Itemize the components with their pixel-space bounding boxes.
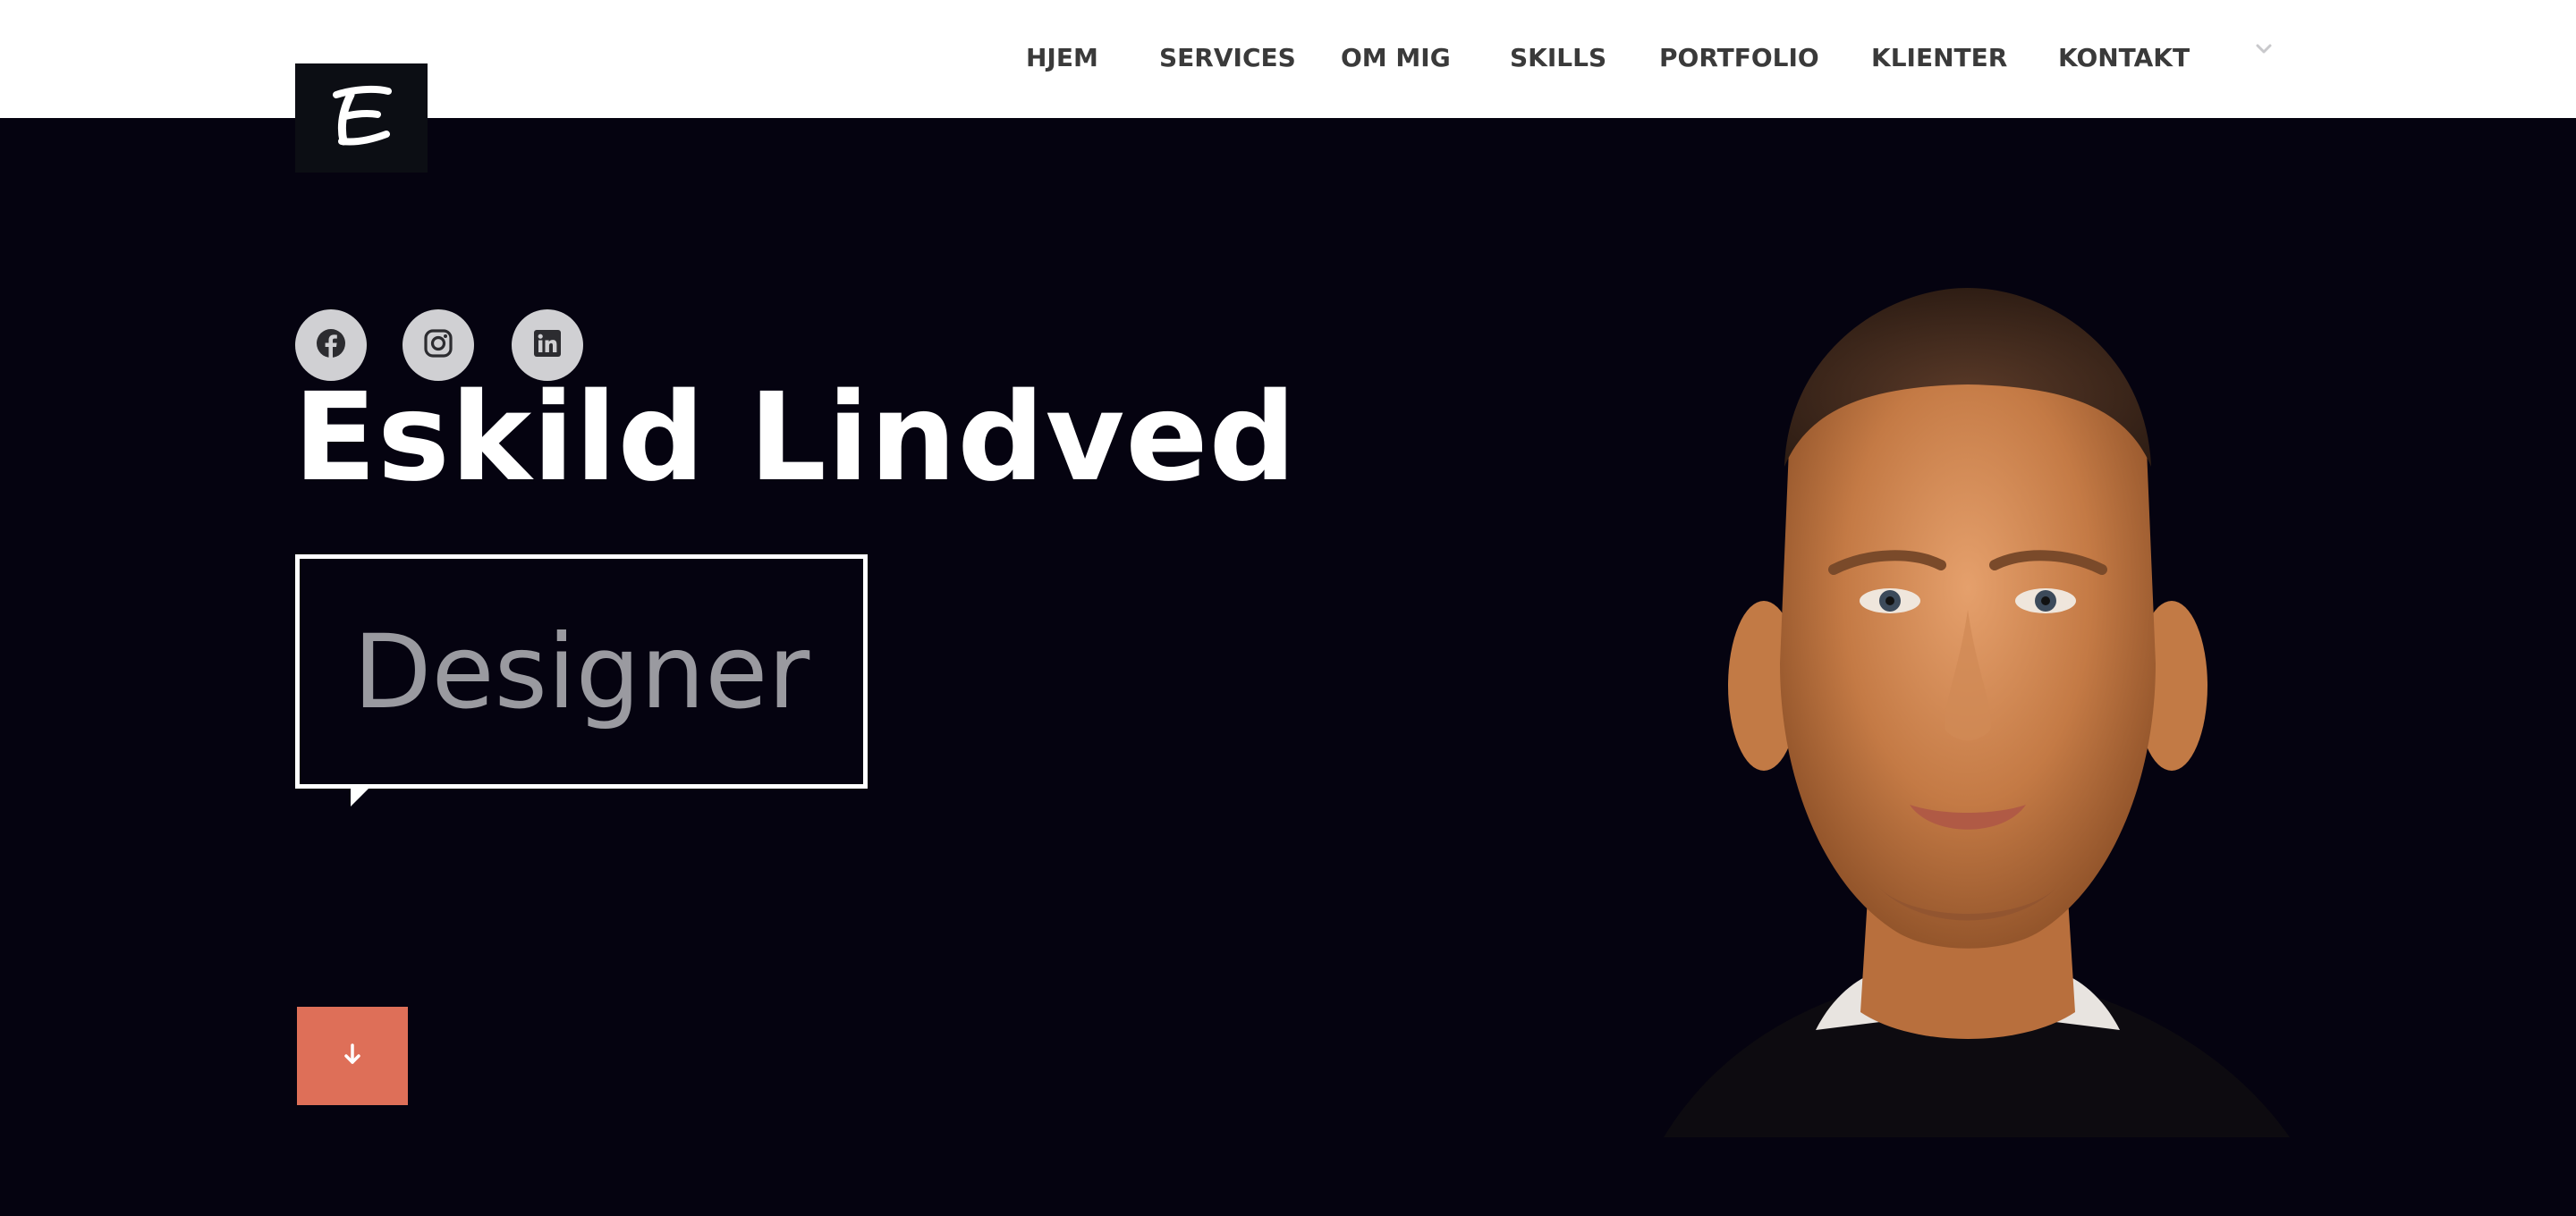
speech-bubble-tail bbox=[351, 787, 370, 806]
role-speech-bubble: Designer bbox=[295, 554, 868, 789]
hero-section: Eskild Lindved Designer bbox=[0, 118, 2576, 1216]
instagram-icon bbox=[423, 328, 453, 362]
nav-item-om-mig[interactable]: OM MIG bbox=[1341, 36, 1451, 80]
hero-name: Eskild Lindved bbox=[293, 367, 1297, 509]
nav-item-services[interactable]: SERVICES bbox=[1159, 36, 1296, 80]
facebook-icon bbox=[316, 328, 346, 362]
nav-item-hjem[interactable]: HJEM bbox=[1026, 36, 1098, 80]
nav-item-kontakt[interactable]: KONTAKT bbox=[2058, 36, 2190, 80]
portrait-photo bbox=[1538, 243, 2397, 1137]
nav-item-klienter[interactable]: KLIENTER bbox=[1871, 36, 2007, 80]
scroll-down-button[interactable] bbox=[297, 1007, 408, 1105]
nav-item-skills[interactable]: SKILLS bbox=[1510, 36, 1606, 80]
site-logo[interactable] bbox=[295, 63, 428, 173]
e-letter-logo-icon bbox=[324, 79, 399, 157]
role-text: Designer bbox=[352, 612, 810, 731]
arrow-down-icon bbox=[339, 1041, 366, 1071]
nav-item-portfolio[interactable]: PORTFOLIO bbox=[1659, 36, 1819, 80]
chevron-down-icon[interactable] bbox=[2254, 39, 2274, 59]
linkedin-icon bbox=[533, 329, 562, 361]
